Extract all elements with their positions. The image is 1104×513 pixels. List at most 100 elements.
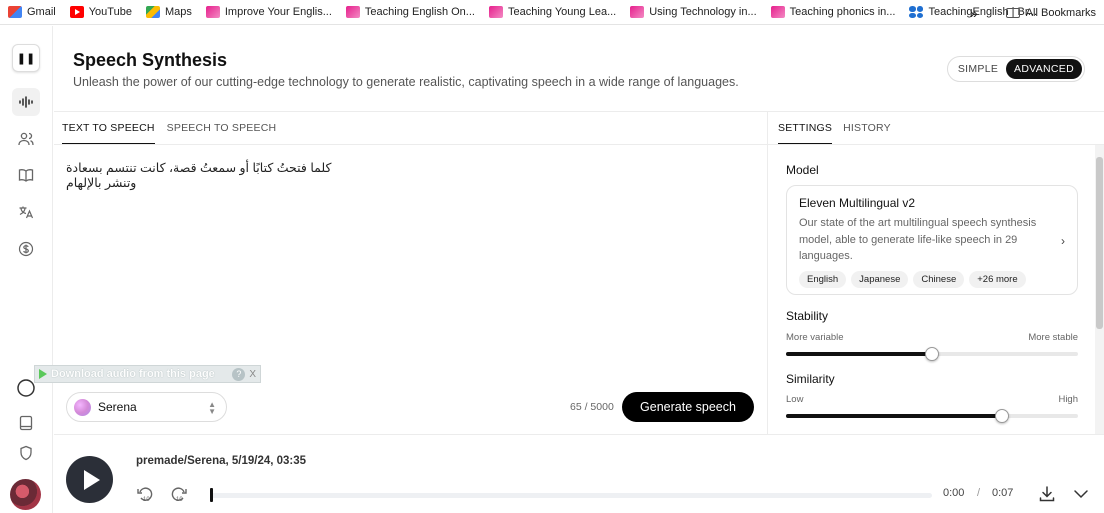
page-title: Speech Synthesis xyxy=(73,50,228,70)
text-editor[interactable]: كلما فتحتُ كتابًا أو سمعتُ قصة، كانت تنت… xyxy=(54,146,767,368)
close-icon[interactable]: X xyxy=(249,369,256,380)
play-button[interactable] xyxy=(66,456,113,503)
teachingenglish-icon xyxy=(205,6,220,18)
tab-text-to-speech[interactable]: TEXT TO SPEECH xyxy=(62,113,155,144)
app-sidebar: ❚❚ xyxy=(0,26,53,513)
stability-max-label: More stable xyxy=(1028,332,1078,343)
editor-text[interactable]: كلما فتحتُ كتابًا أو سمعتُ قصة، كانت تنت… xyxy=(66,160,362,190)
stability-handle[interactable] xyxy=(925,347,939,361)
stability-range-labels: More variable More stable xyxy=(786,332,1078,343)
sidebar-collapse-button[interactable]: ❚❚ xyxy=(12,44,40,72)
sidebar-item-subscription[interactable] xyxy=(12,235,40,263)
main-tabs: TEXT TO SPEECH SPEECH TO SPEECH xyxy=(54,112,767,145)
book-icon xyxy=(19,415,33,431)
sidebar-item-projects[interactable] xyxy=(12,161,40,189)
stability-label: Stability xyxy=(786,309,829,323)
pause-icon: ❚❚ xyxy=(16,52,36,65)
similarity-label: Similarity xyxy=(786,372,835,386)
sidebar-item-dubbing[interactable] xyxy=(12,198,40,226)
waveform-icon xyxy=(19,96,33,108)
teachingenglish-icon xyxy=(488,6,503,18)
chevron-down-icon[interactable] xyxy=(1072,485,1090,508)
playback-progress[interactable] xyxy=(210,488,932,502)
sidebar-item-safety[interactable] xyxy=(12,439,40,467)
gmail-icon xyxy=(8,6,22,18)
bookmark-teaching-phonics[interactable]: Teaching phonics in... xyxy=(770,6,895,18)
language-more-chip: +26 more xyxy=(969,270,1026,288)
model-description: Our state of the art multilingual speech… xyxy=(799,217,1037,262)
bookmark-maps[interactable]: Maps xyxy=(145,6,192,18)
settings-panel: SETTINGS HISTORY Model Eleven Multilingu… xyxy=(767,112,1104,434)
shield-icon xyxy=(20,445,32,461)
bookmarks-bar: Gmail YouTube Maps Improve Your Englis..… xyxy=(0,0,1104,25)
sidebar-item-speech[interactable] xyxy=(12,88,40,116)
book-open-icon xyxy=(18,169,34,182)
spinner-icon xyxy=(17,379,35,397)
user-avatar[interactable] xyxy=(10,479,41,510)
bookmark-youtube[interactable]: YouTube xyxy=(69,6,132,18)
similarity-slider[interactable] xyxy=(786,409,1078,423)
dollar-circle-icon xyxy=(18,241,34,257)
bookmark-improve-english[interactable]: Improve Your Englis... xyxy=(205,6,332,18)
britishcouncil-icon xyxy=(909,6,924,18)
chevron-updown-icon: ▲ ▼ xyxy=(208,400,216,416)
download-audio-label[interactable]: Download audio from this page xyxy=(51,368,215,380)
generate-speech-button[interactable]: Generate speech xyxy=(622,392,754,422)
stability-slider[interactable] xyxy=(786,347,1078,361)
users-icon xyxy=(18,132,34,146)
download-audio-bar[interactable]: Download audio from this page ? X xyxy=(34,365,261,383)
tab-speech-to-speech[interactable]: SPEECH TO SPEECH xyxy=(167,113,277,143)
mode-advanced-button[interactable]: ADVANCED xyxy=(1006,59,1082,79)
tab-settings[interactable]: SETTINGS xyxy=(778,113,833,144)
similarity-range-labels: Low High xyxy=(786,394,1078,405)
similarity-max-label: High xyxy=(1058,394,1078,405)
character-count: 65 / 5000 xyxy=(570,401,614,413)
track-name: premade/Serena, 5/19/24, 03:35 xyxy=(136,455,307,467)
voice-avatar-icon xyxy=(74,398,91,416)
model-name: Eleven Multilingual v2 xyxy=(799,196,916,210)
bookmark-teaching-english-online[interactable]: Teaching English On... xyxy=(345,6,475,18)
time-separator: / xyxy=(977,487,981,499)
bookmark-gmail[interactable]: Gmail xyxy=(8,6,56,18)
bookmark-using-technology[interactable]: Using Technology in... xyxy=(630,6,757,18)
scrollbar-thumb[interactable] xyxy=(1096,157,1103,329)
stability-min-label: More variable xyxy=(786,332,844,343)
page-subtitle: Unleash the power of our cutting-edge te… xyxy=(73,75,739,89)
current-time: 0:00 xyxy=(943,487,965,499)
similarity-min-label: Low xyxy=(786,394,804,405)
model-card[interactable]: Eleven Multilingual v2 Our state of the … xyxy=(786,185,1078,295)
rewind-10-icon[interactable]: 10 xyxy=(136,486,154,505)
chevron-right-icon: › xyxy=(1061,234,1065,248)
language-chip: Chinese xyxy=(913,270,965,288)
voice-select[interactable]: Serena ▲ ▼ xyxy=(66,392,227,422)
language-chip: Japanese xyxy=(851,270,909,288)
play-triangle-icon xyxy=(39,369,47,379)
sidebar-item-voices[interactable] xyxy=(12,125,40,153)
svg-text:10: 10 xyxy=(143,497,150,502)
teachingenglish-icon xyxy=(345,6,360,18)
teachingenglish-icon xyxy=(630,6,645,18)
playhead[interactable] xyxy=(210,488,213,502)
settings-scrollbar[interactable] xyxy=(1095,145,1104,434)
page-header: Speech Synthesis Unleash the power of ou… xyxy=(54,26,1104,112)
help-icon[interactable]: ? xyxy=(232,367,246,381)
download-icon[interactable] xyxy=(1038,485,1056,508)
svg-text:10: 10 xyxy=(176,497,183,502)
bookmark-teaching-young-learners[interactable]: Teaching Young Lea... xyxy=(488,6,616,18)
teachingenglish-icon xyxy=(770,6,785,18)
youtube-icon xyxy=(69,6,84,18)
forward-10-icon[interactable]: 10 xyxy=(170,486,188,505)
similarity-handle[interactable] xyxy=(995,409,1010,423)
stability-fill xyxy=(786,352,932,356)
sidebar-item-docs[interactable] xyxy=(12,409,40,437)
tab-history[interactable]: HISTORY xyxy=(843,113,891,143)
model-label: Model xyxy=(786,163,819,177)
settings-tabs: SETTINGS HISTORY xyxy=(768,112,1104,145)
mode-simple-button[interactable]: SIMPLE xyxy=(950,63,1006,75)
translate-icon xyxy=(19,206,34,219)
all-bookmarks-button[interactable]: All Bookmarks xyxy=(1005,7,1096,19)
similarity-fill xyxy=(786,414,1003,418)
folder-icon xyxy=(1005,7,1020,18)
mode-toggle: SIMPLE ADVANCED xyxy=(947,56,1085,82)
bookmarks-overflow-button[interactable]: » xyxy=(970,5,978,21)
